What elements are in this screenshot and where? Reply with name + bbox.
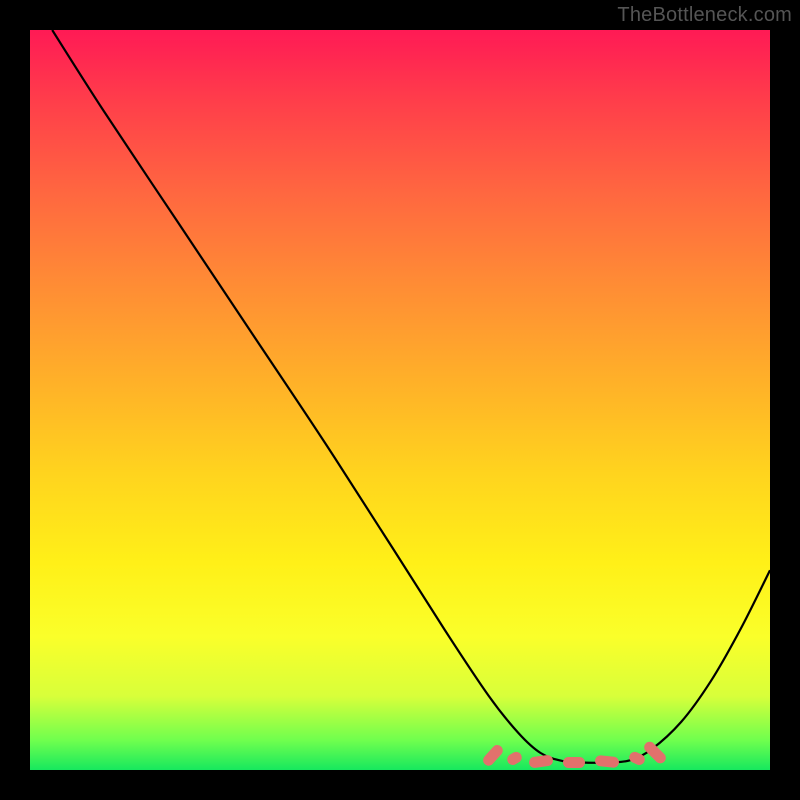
bottleneck-curve bbox=[30, 30, 770, 770]
curve-path bbox=[52, 30, 770, 763]
watermark-text: TheBottleneck.com bbox=[617, 4, 792, 27]
plot-area bbox=[30, 30, 770, 770]
chart-frame: TheBottleneck.com bbox=[0, 0, 800, 800]
optimal-marker bbox=[563, 757, 585, 768]
